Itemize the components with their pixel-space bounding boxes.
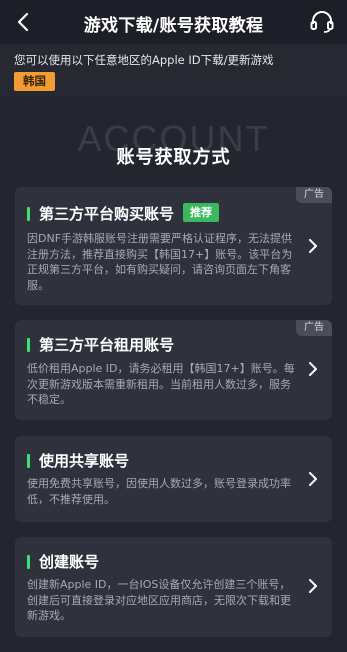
nav-bar: 游戏下载/账号获取教程	[0, 0, 347, 44]
section-title: 账号获取方式	[116, 147, 231, 168]
card-rent-account[interactable]: 广告 第三方平台租用账号 低价租用Apple ID，请务必租用【韩国17+】账号…	[15, 320, 332, 420]
card-description: 使用免费共享账号，因使用人数过多，账号登录成功率低，不推荐使用。	[27, 477, 291, 506]
accent-bar	[27, 555, 30, 569]
accent-bar	[27, 454, 30, 468]
chevron-right-icon[interactable]	[308, 472, 318, 486]
card-shared-account[interactable]: 使用共享账号 使用免费共享账号，因使用人数过多，账号登录成功率低，不推荐使用。	[15, 436, 332, 522]
ad-badge: 广告	[296, 320, 332, 336]
card-create-account[interactable]: 创建账号 创建新Apple ID，一台IOS设备仅允许创建三个账号，创建后可直接…	[15, 537, 332, 637]
accent-bar	[27, 207, 30, 221]
notice-text: 您可以使用以下任意地区的Apple ID下载/更新游戏	[14, 53, 274, 67]
chevron-right-icon[interactable]	[308, 579, 318, 593]
card-title: 使用共享账号	[39, 452, 130, 470]
region-chip-korea[interactable]: 韩国	[14, 72, 55, 91]
region-notice: 您可以使用以下任意地区的Apple ID下载/更新游戏 韩国	[0, 44, 347, 96]
card-description: 因DNF手游韩服账号注册需要严格认证程序，无法提供注册方法，推荐直接购买【韩国1…	[27, 232, 293, 292]
card-title: 创建账号	[39, 553, 100, 571]
card-title: 第三方平台租用账号	[39, 336, 175, 354]
card-description: 创建新Apple ID，一台IOS设备仅允许创建三个账号，创建后可直接登录对应地…	[27, 578, 291, 622]
page-title: 游戏下载/账号获取教程	[83, 16, 264, 36]
accent-bar	[27, 338, 30, 352]
headset-icon[interactable]	[309, 10, 335, 34]
ad-badge: 广告	[296, 187, 332, 203]
chevron-right-icon[interactable]	[308, 239, 318, 253]
chevron-right-icon[interactable]	[308, 362, 318, 376]
recommend-badge: 推荐	[183, 203, 219, 222]
card-description: 低价租用Apple ID，请务必租用【韩国17+】账号。每次更新游戏版本需重新租…	[27, 362, 295, 406]
card-buy-account[interactable]: 广告 第三方平台购买账号 推荐 因DNF手游韩服账号注册需要严格认证程序，无法提…	[15, 187, 332, 305]
card-title: 第三方平台购买账号	[39, 205, 175, 223]
